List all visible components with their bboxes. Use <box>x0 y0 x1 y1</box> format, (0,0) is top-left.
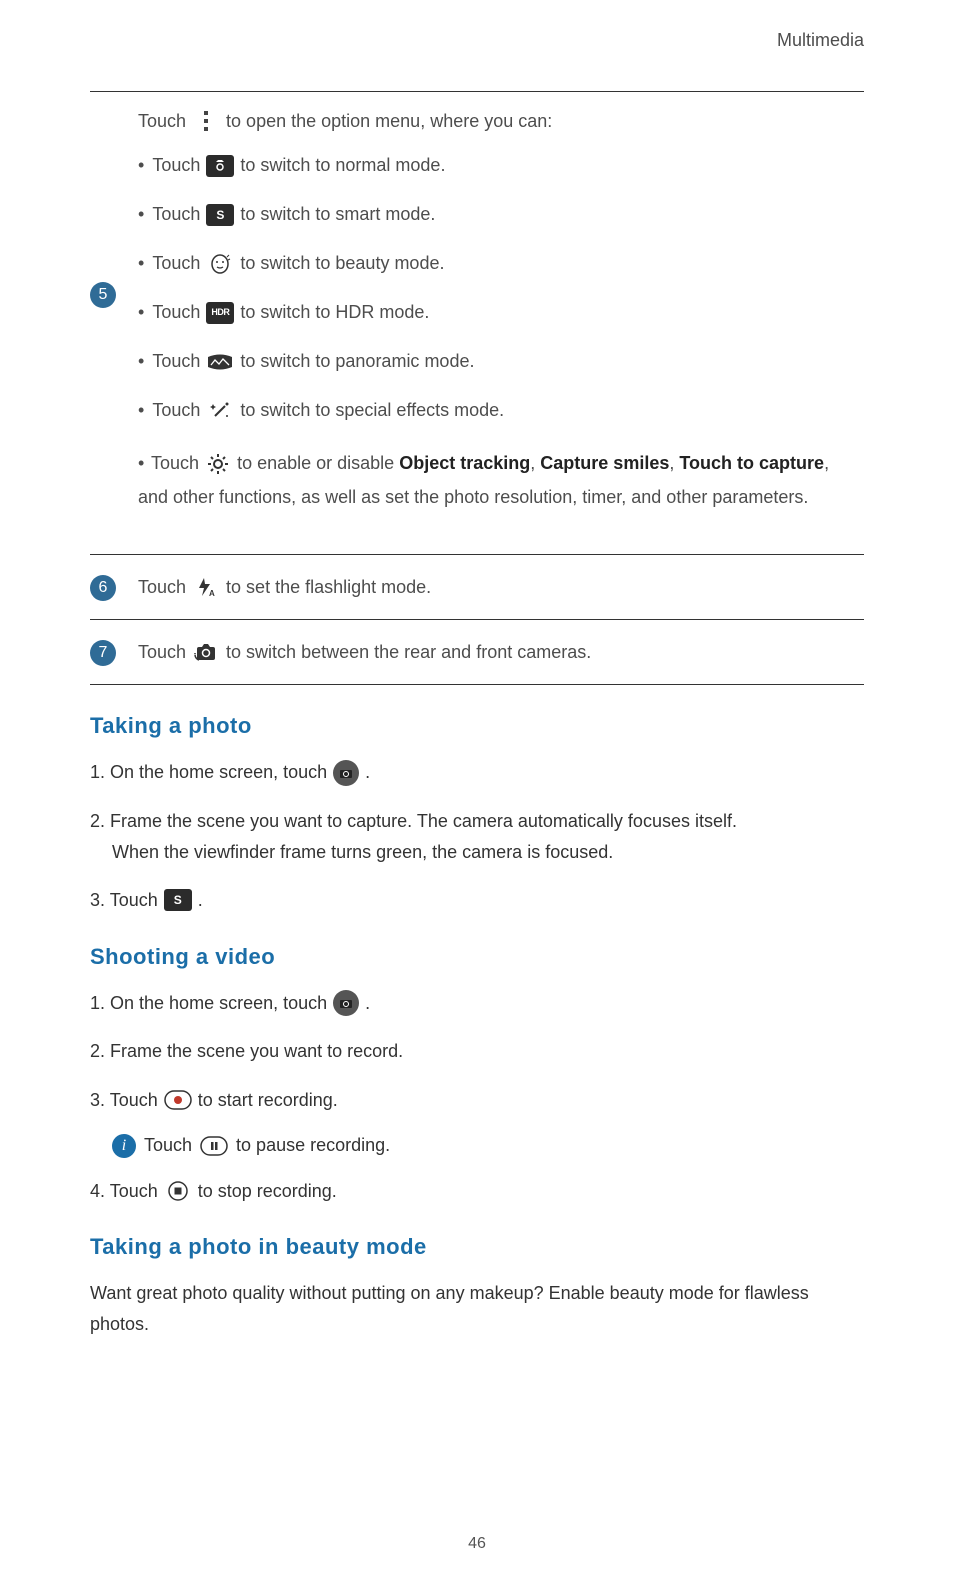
kebab-menu-icon <box>192 110 220 132</box>
text: to switch to HDR mode. <box>240 299 429 326</box>
switch-camera-icon <box>192 641 220 663</box>
text: to enable or disable <box>237 453 394 473</box>
text: to switch to normal mode. <box>240 152 445 179</box>
photo-step-2: 2. Frame the scene you want to capture. … <box>90 806 864 867</box>
text: to set the flashlight mode. <box>226 577 431 598</box>
s5-b4: • Touch HDR to switch to HDR mode. <box>138 299 864 326</box>
text: 1. On the home screen, touch <box>90 757 327 788</box>
text: Touch <box>152 250 200 277</box>
text: Touch <box>152 201 200 228</box>
page-number: 46 <box>0 1535 954 1553</box>
heading-shooting-video: Shooting a video <box>90 944 864 970</box>
text: to switch between the rear and front cam… <box>226 642 591 663</box>
text: 2. Frame the scene you want to capture. … <box>90 811 737 831</box>
text: to open the option menu, where you can: <box>226 111 552 132</box>
camera-app-icon <box>333 760 359 786</box>
bullet-dot: • <box>138 152 146 179</box>
bullet-dot: • <box>138 299 146 326</box>
text: Touch <box>151 453 199 473</box>
settings-gear-icon <box>204 453 232 475</box>
s5-b7: • Touch to enable or disable Object trac… <box>138 446 864 514</box>
s5-intro: Touch to open the option menu, where you… <box>138 110 864 132</box>
bold-capture-smiles: Capture smiles <box>540 453 669 473</box>
s5-b3: • Touch to switch to beauty mode. <box>138 250 864 277</box>
text: Touch <box>144 1135 192 1156</box>
bullet-dot: • <box>138 453 146 473</box>
text: . <box>198 885 203 916</box>
record-pause-icon <box>200 1135 228 1157</box>
text: 4. Touch <box>90 1176 158 1207</box>
bold-object-tracking: Object tracking <box>399 453 530 473</box>
photo-step-1: 1. On the home screen, touch . <box>90 757 864 788</box>
text: When the viewfinder frame turns green, t… <box>90 837 864 868</box>
page-header: Multimedia <box>90 30 864 51</box>
bullet-dot: • <box>138 348 146 375</box>
text: Touch <box>152 152 200 179</box>
video-tip: i Touch to pause recording. <box>112 1134 864 1158</box>
panorama-icon <box>206 351 234 373</box>
bullet-dot: • <box>138 250 146 277</box>
bullet-dot: • <box>138 397 146 424</box>
beauty-body: Want great photo quality without putting… <box>90 1278 864 1339</box>
text: 3. Touch <box>90 885 158 916</box>
marker-7: 7 <box>90 640 116 666</box>
s5-b1: • Touch to switch to normal mode. <box>138 152 864 179</box>
marker-6: 6 <box>90 575 116 601</box>
text: . <box>365 988 370 1019</box>
camera-normal-icon <box>206 155 234 177</box>
hdr-icon: HDR <box>206 302 234 324</box>
text: Touch <box>138 642 186 663</box>
record-start-icon <box>164 1089 192 1111</box>
video-step-1: 1. On the home screen, touch . <box>90 988 864 1019</box>
text: , <box>669 453 674 473</box>
shutter-s-icon: S <box>164 889 192 911</box>
section-5: 5 Touch to open the option menu, where y… <box>90 91 864 554</box>
heading-beauty-mode: Taking a photo in beauty mode <box>90 1234 864 1260</box>
camera-smart-icon: S <box>206 204 234 226</box>
video-step-4: 4. Touch to stop recording. <box>90 1176 864 1207</box>
info-icon: i <box>112 1134 136 1158</box>
text: to switch to smart mode. <box>240 201 435 228</box>
text: 3. Touch <box>90 1085 158 1116</box>
text: Touch <box>152 397 200 424</box>
text: 1. On the home screen, touch <box>90 988 327 1019</box>
text: to start recording. <box>198 1085 338 1116</box>
text: to switch to panoramic mode. <box>240 348 474 375</box>
section-6: 6 Touch A to set the flashlight mode. <box>90 554 864 619</box>
beauty-face-icon <box>206 253 234 275</box>
effects-wand-icon <box>206 400 234 422</box>
bullet-dot: • <box>138 201 146 228</box>
s5-b5: • Touch to switch to panoramic mode. <box>138 348 864 375</box>
text: , <box>530 453 535 473</box>
flash-auto-icon: A <box>192 576 220 598</box>
photo-step-3: 3. Touch S . <box>90 885 864 916</box>
svg-text:A: A <box>209 589 215 598</box>
text: Touch <box>152 299 200 326</box>
text: to switch to beauty mode. <box>240 250 444 277</box>
heading-taking-photo: Taking a photo <box>90 713 864 739</box>
record-stop-icon <box>164 1180 192 1202</box>
marker-5: 5 <box>90 282 116 308</box>
camera-app-icon <box>333 990 359 1016</box>
s5-b6: • Touch to switch to special effects mod… <box>138 397 864 424</box>
text: . <box>365 757 370 788</box>
text: Touch <box>138 111 186 132</box>
s5-b2: • Touch S to switch to smart mode. <box>138 201 864 228</box>
text: to pause recording. <box>236 1135 390 1156</box>
bold-touch-to-capture: Touch to capture <box>679 453 824 473</box>
video-step-3: 3. Touch to start recording. <box>90 1085 864 1116</box>
text: Touch <box>138 577 186 598</box>
section-7: 7 Touch to switch between the rear and f… <box>90 619 864 685</box>
text: to stop recording. <box>198 1176 337 1207</box>
video-step-2: 2. Frame the scene you want to record. <box>90 1036 864 1067</box>
text: to switch to special effects mode. <box>240 397 504 424</box>
text: Touch <box>152 348 200 375</box>
